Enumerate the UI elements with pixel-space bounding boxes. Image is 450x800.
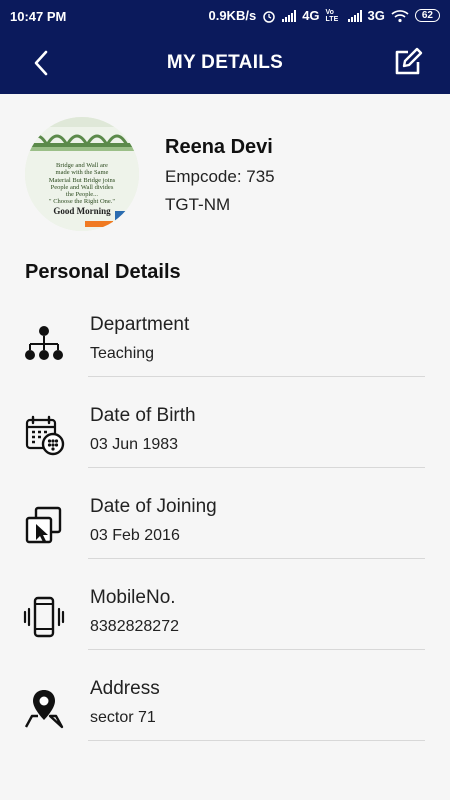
avatar-caption: Bridge and Wall are made with the Same M… [33,162,131,216]
row-divider [88,740,425,741]
row-divider [88,467,425,468]
network-type-1: 4G [302,8,320,23]
app-bar: MY DETAILS [0,32,450,94]
calendar-icon [25,415,65,456]
detail-value: Teaching [90,345,155,362]
avatar-caption-line: " Choose the Right One." [48,198,116,206]
department-hierarchy-icon [25,326,63,360]
detail-label: Department [90,314,190,335]
status-bar: 10:47 PM 0.9KB/s 4G Vo LTE 3G 62 [0,0,450,32]
location-pin-icon [24,690,64,729]
profile-name: Reena Devi [165,136,273,158]
volte-badge: Vo LTE [325,8,339,23]
signal-icon-2 [347,9,362,22]
mobile-phone-icon [23,596,65,638]
alarm-icon [263,10,275,23]
avatar-caption-line: People and Wall divides [50,183,114,191]
detail-label: Date of Joining [90,496,217,517]
network-speed: 0.9KB/s [208,8,257,23]
employee-code: Empcode: 735 [165,167,275,186]
detail-row-department: Department Teaching [0,300,450,391]
section-title: Personal Details [25,261,181,283]
avatar-caption-line: Material But Bridge joins [48,176,116,184]
page-title: MY DETAILS [166,52,284,73]
detail-row-address: Address sector 71 [0,664,450,755]
detail-label: Date of Birth [90,405,196,426]
avatar-caption-line: Bridge and Wall are [56,162,108,169]
row-divider [88,376,425,377]
detail-label: MobileNo. [90,587,176,608]
signal-icon-1 [282,9,297,22]
detail-value: 03 Jun 1983 [90,436,179,453]
designation: TGT-NM [165,195,231,214]
detail-value: 03 Feb 2016 [90,527,180,544]
network-type-2: 3G [367,8,385,23]
avatar-caption-line: made with the Same [55,169,109,177]
status-indicators: 0.9KB/s 4G Vo LTE 3G 62 [208,8,440,23]
detail-value: 8382828272 [90,618,179,635]
detail-row-date-of-joining: Date of Joining 03 Feb 2016 [0,482,450,573]
wifi-icon [391,9,409,22]
edit-icon[interactable] [390,46,424,80]
status-time: 10:47 PM [10,9,67,24]
detail-row-date-of-birth: Date of Birth 03 Jun 1983 [0,391,450,482]
detail-row-mobile: MobileNo. 8382828272 [0,573,450,664]
row-divider [88,649,425,650]
row-divider [88,558,425,559]
detail-label: Address [90,678,160,699]
avatar[interactable]: Bridge and Wall are made with the Same M… [25,117,139,231]
avatar-caption-line: Good Morning [53,205,111,216]
avatar-caption-line: the People... [65,191,99,199]
joining-icon [25,506,62,544]
detail-value: sector 71 [90,709,156,726]
battery-indicator: 62 [414,9,440,22]
